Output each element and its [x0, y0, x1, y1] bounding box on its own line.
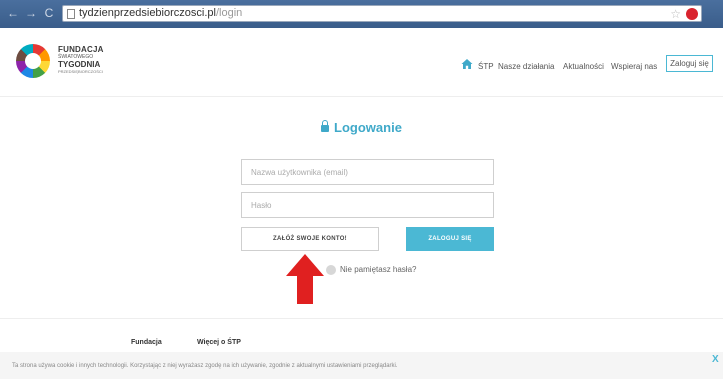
nav-item-stp[interactable]: ŚTP [478, 62, 494, 71]
nav-login-button[interactable]: Zaloguj się [666, 55, 713, 72]
footer-divider [0, 318, 723, 319]
reload-button[interactable]: C [42, 6, 56, 20]
arrow-up-icon [286, 254, 324, 304]
address-bar[interactable]: tydzienprzedsiebiorczosci.pl/login ☆ [62, 5, 702, 22]
nav-item-aktualnosci[interactable]: Aktualności [563, 62, 604, 71]
nav-item-nasze-dzialania[interactable]: Nasze działania [498, 62, 554, 71]
url-host: tydzienprzedsiebiorczosci.pl [79, 7, 216, 19]
help-icon [326, 265, 336, 275]
page-icon [67, 9, 75, 19]
star-icon[interactable]: ☆ [670, 7, 681, 21]
logo-line3: TYGODNIA [58, 60, 101, 69]
footer-link-fundacja[interactable]: Fundacja [131, 339, 162, 346]
browser-toolbar: ← → C tydzienprzedsiebiorczosci.pl/login… [0, 0, 723, 28]
forward-button[interactable]: → [24, 6, 38, 20]
nav-item-wspieraj-nas[interactable]: Wspieraj nas [611, 62, 657, 71]
home-icon[interactable] [461, 58, 473, 70]
back-button[interactable]: ← [6, 6, 20, 20]
page-title: Logowanie [0, 120, 723, 135]
lock-icon [321, 120, 330, 132]
page-title-text: Logowanie [334, 120, 402, 135]
footer-link-wiecej-o-stp[interactable]: Więcej o ŚTP [197, 339, 241, 346]
password-field[interactable] [241, 192, 494, 218]
register-button[interactable]: ZAŁÓŻ SWOJE KONTO! [241, 227, 379, 251]
url-text: tydzienprzedsiebiorczosci.pl/login [79, 7, 242, 19]
logo-line1: FUNDACJA [58, 45, 104, 54]
forgot-password-link[interactable]: Nie pamiętasz hasła? [340, 265, 416, 274]
logo-line4: PRZEDSIĘBIORCZOŚCI [58, 69, 103, 74]
login-submit-button[interactable]: ZALOGUJ SIĘ [406, 227, 494, 251]
cookie-text: Ta strona używa cookie i innych technolo… [12, 363, 398, 369]
extension-icon[interactable] [686, 8, 698, 20]
cookie-close-button[interactable]: X [712, 354, 719, 365]
url-path: /login [215, 7, 243, 19]
logo-icon[interactable] [16, 44, 50, 78]
username-field[interactable] [241, 159, 494, 185]
